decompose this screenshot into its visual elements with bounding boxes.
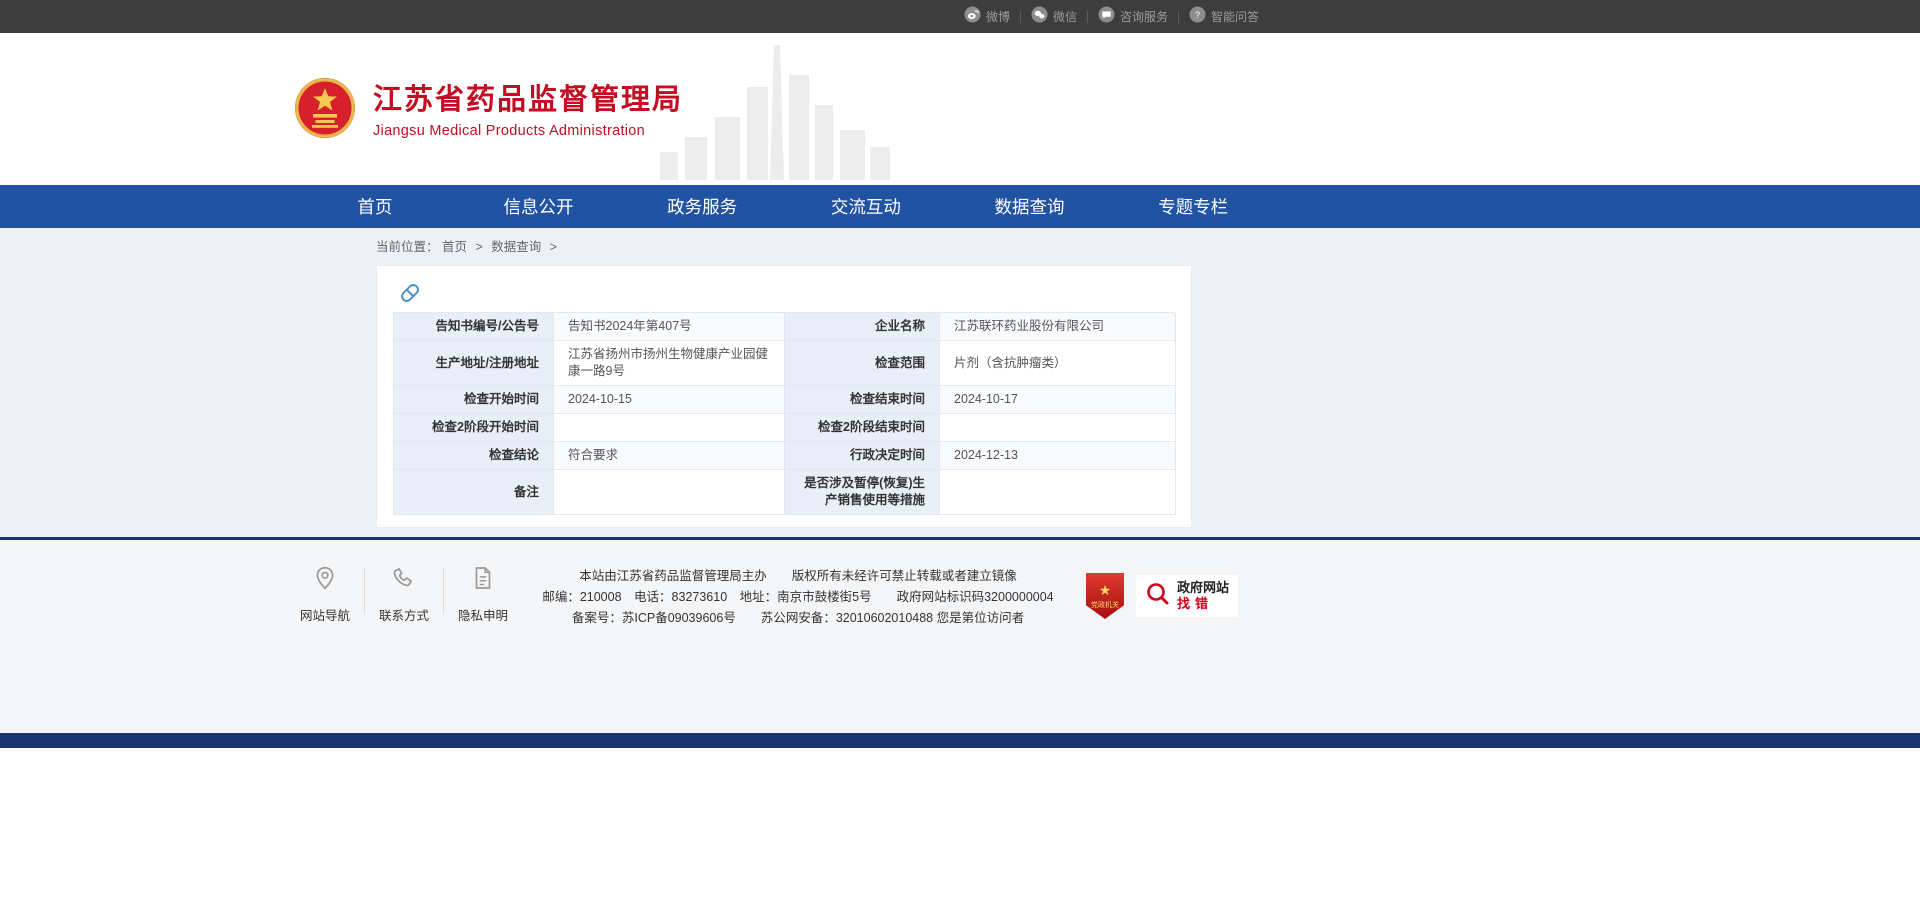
field-value: 符合要求 (554, 442, 785, 470)
field-label: 企业名称 (785, 313, 940, 341)
nav-item-interaction[interactable]: 交流互动 (784, 185, 948, 228)
field-value: 2024-10-15 (554, 386, 785, 414)
footer-link-label: 隐私申明 (456, 605, 510, 624)
divider (364, 567, 365, 613)
nav-item-info-disclosure[interactable]: 信息公开 (457, 185, 621, 228)
field-label: 备注 (394, 470, 554, 515)
question-icon: ? (1189, 6, 1206, 28)
field-label: 告知书编号/公告号 (394, 313, 554, 341)
field-value: 告知书2024年第407号 (554, 313, 785, 341)
chat-bubble-icon (1098, 6, 1115, 28)
field-label: 行政决定时间 (785, 442, 940, 470)
detail-card: 告知书编号/公告号 告知书2024年第407号 企业名称 江苏联环药业股份有限公… (376, 265, 1192, 528)
field-value: 2024-10-17 (940, 386, 1176, 414)
divider (443, 567, 444, 613)
nav-item-data-query[interactable]: 数据查询 (948, 185, 1112, 228)
city-skyline-decoration (655, 45, 905, 185)
breadcrumb-home[interactable]: 首页 (442, 240, 467, 254)
footer-inner: 网站导航 联系方式 隐私申明 本站由江苏省药品监督管理局主办 版权所有未经许可禁… (293, 540, 1238, 629)
topbar-consult-label: 咨询服务 (1120, 8, 1168, 25)
magnifier-icon (1145, 581, 1171, 612)
site-title-block: 江苏省药品监督管理局 Jiangsu Medical Products Admi… (373, 85, 683, 139)
field-value: 江苏省扬州市扬州生物健康产业园健康一路9号 (554, 341, 785, 386)
field-value (940, 414, 1176, 442)
gov-site-badge-line1: 政府网站 (1177, 580, 1229, 596)
topbar-consult-service[interactable]: 咨询服务 (1088, 6, 1178, 28)
site-subtitle: Jiangsu Medical Products Administration (373, 123, 683, 139)
topbar-smart-qa[interactable]: ? 智能问答 (1179, 6, 1269, 28)
field-value (554, 414, 785, 442)
header-inner: 江苏省药品监督管理局 Jiangsu Medical Products Admi… (293, 33, 1275, 185)
party-gov-badge-label: 党政机关 (1091, 600, 1119, 610)
breadcrumb-separator: > (476, 240, 483, 254)
field-label: 生产地址/注册地址 (394, 341, 554, 386)
site-title: 江苏省药品监督管理局 (373, 85, 683, 117)
topbar-weibo[interactable]: 微博 (954, 6, 1020, 28)
field-value (554, 470, 785, 515)
party-gov-badge[interactable]: ★ 党政机关 (1086, 573, 1124, 619)
breadcrumb-data-query[interactable]: 数据查询 (491, 240, 541, 254)
footer-link-contact[interactable]: 联系方式 (377, 565, 431, 624)
national-emblem-logo (293, 76, 357, 140)
nav-item-gov-services[interactable]: 政务服务 (620, 185, 784, 228)
footer-line-host: 本站由江苏省药品监督管理局主办 版权所有未经许可禁止转载或者建立镜像 (518, 566, 1078, 587)
field-label: 是否涉及暂停(恢复)生产销售使用等措施 (785, 470, 940, 515)
main-inner: 当前位置： 首页 > 数据查询 > 告知书编号/公告号 告知书2024年第407… (376, 228, 1192, 528)
field-label: 检查结束时间 (785, 386, 940, 414)
topbar: 微博 微信 咨询服务 ? 智能问答 (0, 0, 1920, 33)
nav-item-special-topics[interactable]: 专题专栏 (1111, 185, 1275, 228)
map-pin-icon (312, 578, 338, 595)
field-label: 检查范围 (785, 341, 940, 386)
footer-line-contact: 邮编：210008 电话：83273610 地址：南京市鼓楼街5号 政府网站标识… (518, 587, 1078, 608)
field-value: 片剂（含抗肿瘤类） (940, 341, 1176, 386)
star-icon: ★ (1099, 583, 1112, 597)
topbar-wechat-label: 微信 (1053, 8, 1077, 25)
main-nav-inner: 首页 信息公开 政务服务 交流互动 数据查询 专题专栏 (293, 185, 1275, 228)
phone-icon (391, 578, 417, 595)
field-value: 江苏联环药业股份有限公司 (940, 313, 1176, 341)
document-icon (470, 578, 496, 595)
main-nav: 首页 信息公开 政务服务 交流互动 数据查询 专题专栏 (0, 185, 1920, 228)
field-value (940, 470, 1176, 515)
gov-site-find-error-badge[interactable]: 政府网站 找错 (1136, 575, 1238, 618)
topbar-inner: 微博 微信 咨询服务 ? 智能问答 (293, 0, 1275, 33)
field-label: 检查开始时间 (394, 386, 554, 414)
site-footer: 网站导航 联系方式 隐私申明 本站由江苏省药品监督管理局主办 版权所有未经许可禁… (0, 537, 1920, 733)
capsule-link-icon (397, 280, 1175, 306)
footer-link-label: 联系方式 (377, 605, 431, 624)
weibo-icon (964, 6, 981, 28)
gov-site-badge-line2: 找错 (1177, 596, 1229, 612)
breadcrumb-separator: > (550, 240, 557, 254)
detail-table: 告知书编号/公告号 告知书2024年第407号 企业名称 江苏联环药业股份有限公… (393, 312, 1175, 515)
footer-info-text: 本站由江苏省药品监督管理局主办 版权所有未经许可禁止转载或者建立镜像 邮编：21… (510, 566, 1086, 629)
wechat-icon (1031, 6, 1048, 28)
topbar-smart-qa-label: 智能问答 (1211, 8, 1259, 25)
footer-link-site-map[interactable]: 网站导航 (298, 565, 352, 624)
topbar-wechat[interactable]: 微信 (1021, 6, 1087, 28)
field-label: 检查2阶段开始时间 (394, 414, 554, 442)
footer-link-privacy[interactable]: 隐私申明 (456, 565, 510, 624)
nav-item-home[interactable]: 首页 (293, 185, 457, 228)
topbar-weibo-label: 微博 (986, 8, 1010, 25)
field-label: 检查结论 (394, 442, 554, 470)
footer-quick-links: 网站导航 联系方式 隐私申明 (293, 565, 510, 624)
footer-badges: ★ 党政机关 政府网站 找错 (1086, 573, 1238, 619)
svg-text:?: ? (1195, 9, 1200, 19)
site-header: 江苏省药品监督管理局 Jiangsu Medical Products Admi… (0, 33, 1920, 185)
breadcrumb-prefix: 当前位置： (376, 240, 439, 254)
breadcrumb: 当前位置： 首页 > 数据查询 > (376, 228, 1192, 256)
main-content-area: 当前位置： 首页 > 数据查询 > 告知书编号/公告号 告知书2024年第407… (0, 228, 1920, 537)
footer-link-label: 网站导航 (298, 605, 352, 624)
footer-bottom-bar (0, 733, 1920, 748)
footer-line-icp: 备案号：苏ICP备09039606号 苏公网安备：32010602010488 … (518, 608, 1078, 629)
field-label: 检查2阶段结束时间 (785, 414, 940, 442)
field-value: 2024-12-13 (940, 442, 1176, 470)
